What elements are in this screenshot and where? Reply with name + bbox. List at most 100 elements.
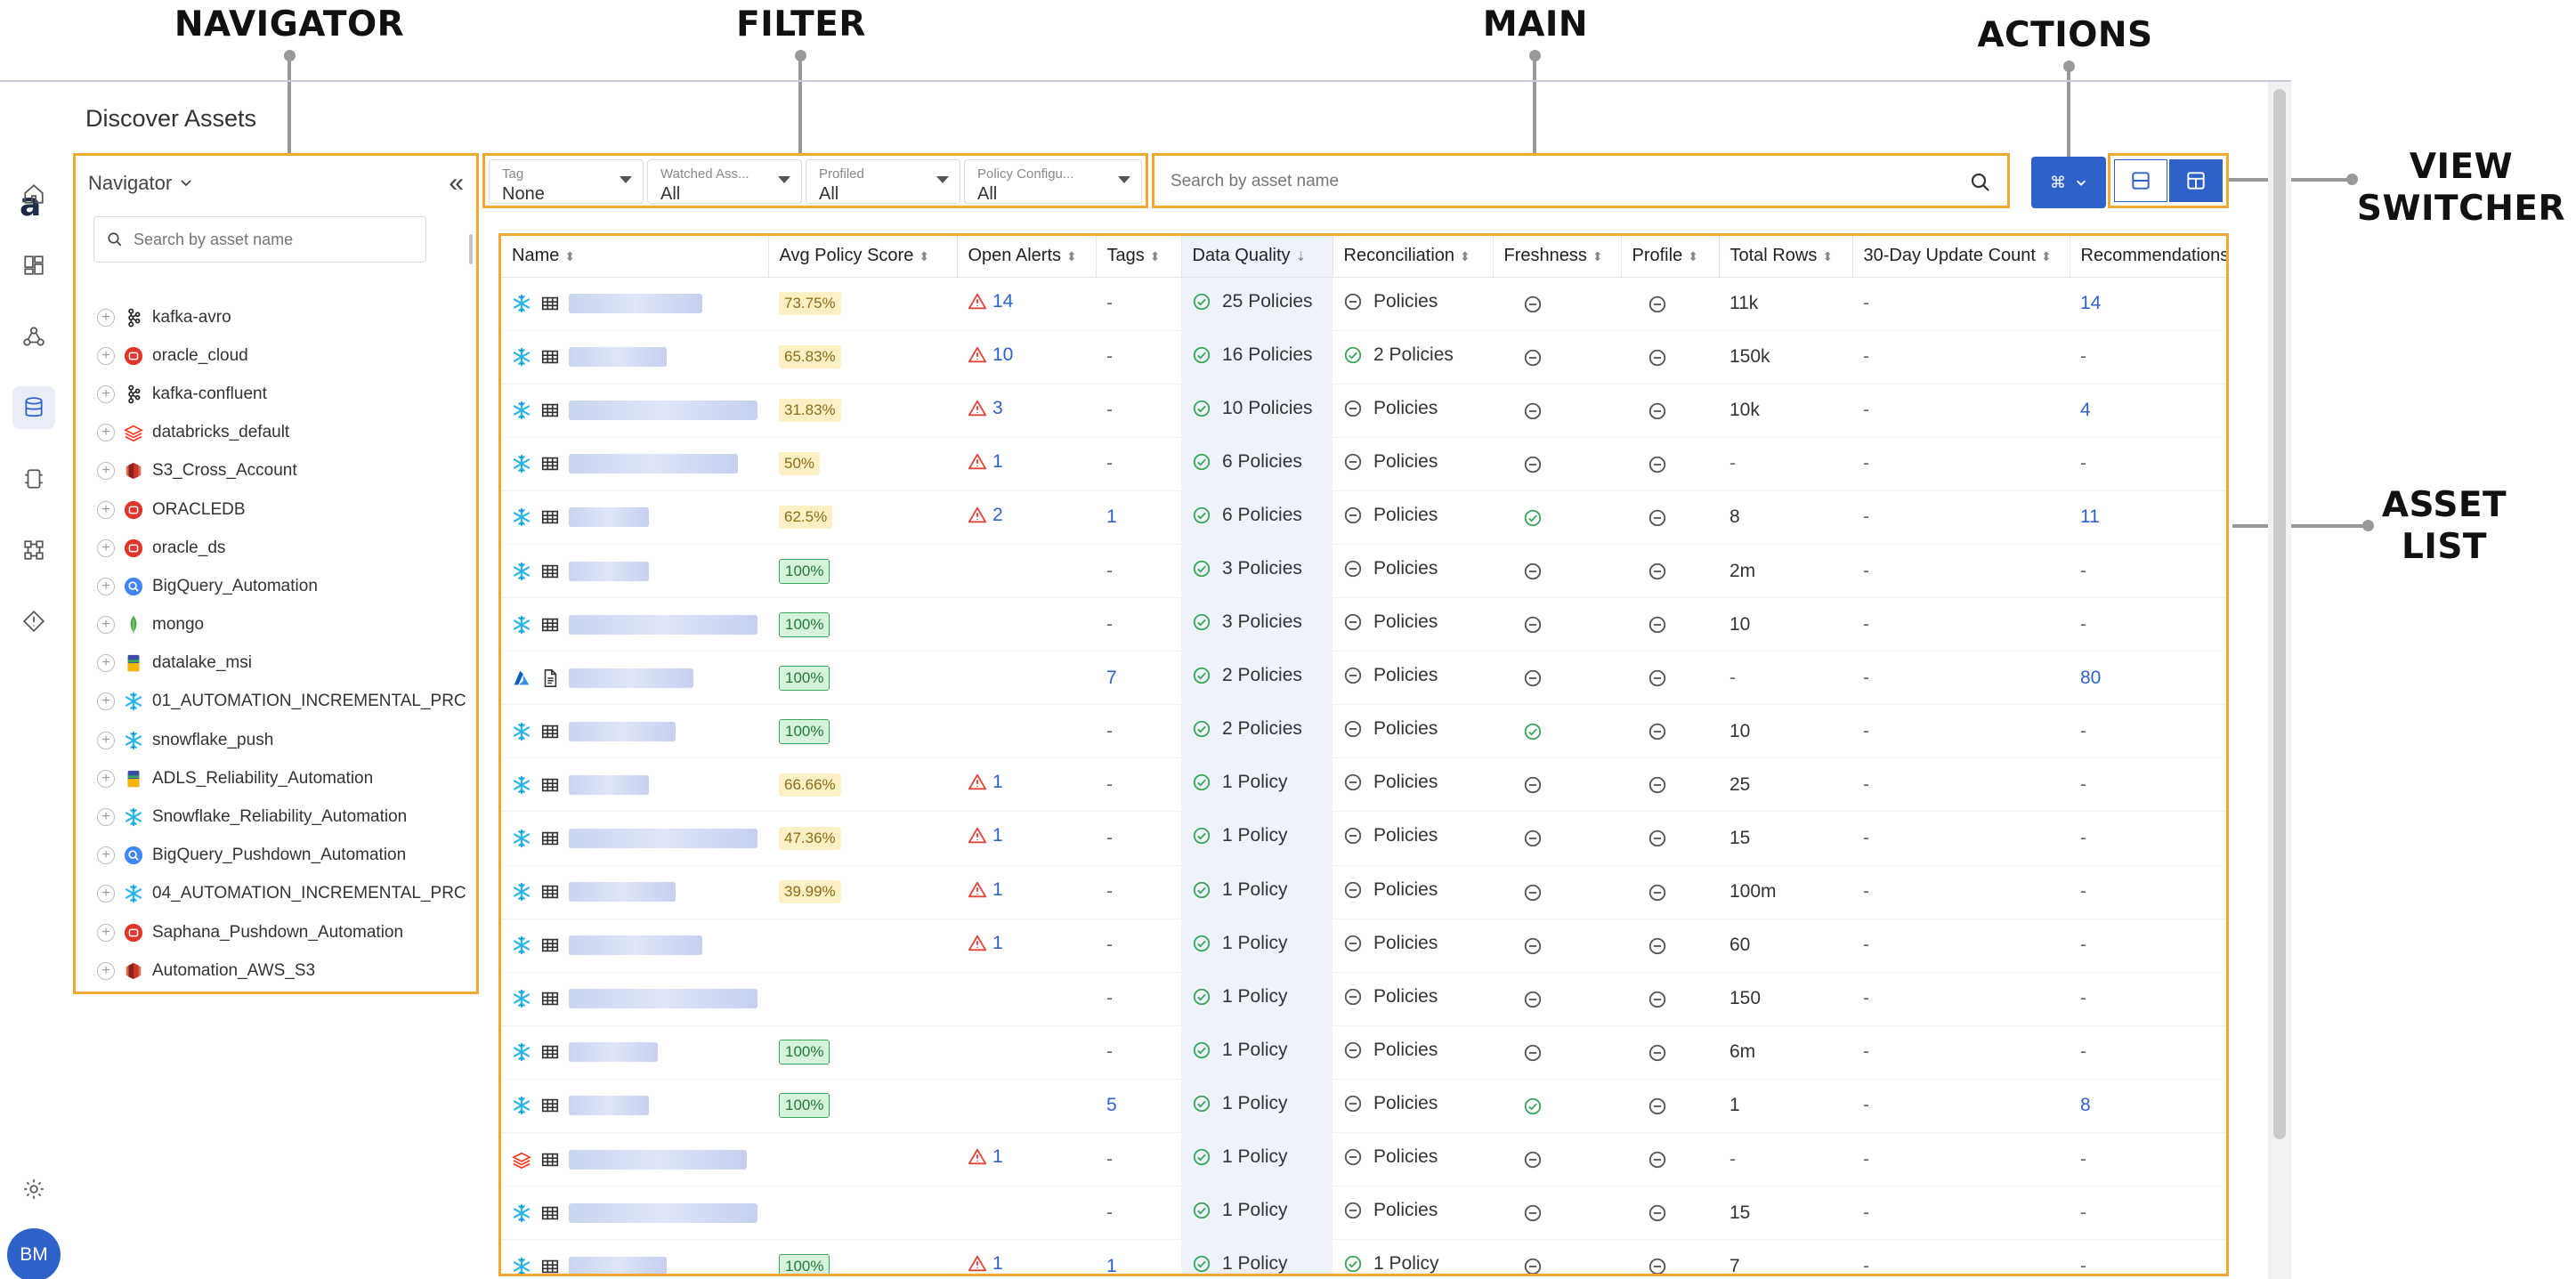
asset-name[interactable] [512,668,757,688]
home-icon[interactable] [12,173,55,215]
expand-icon[interactable]: + [97,577,115,595]
tags-value[interactable]: 1 [1106,506,1117,527]
expand-icon[interactable]: + [97,769,115,788]
open-alerts-link[interactable]: 1 [968,825,1003,846]
table-row[interactable]: - 1 Policy Policies 150 - - [501,972,2226,1026]
navigator-item[interactable]: + S3_Cross_Account [97,452,471,490]
sort-icon[interactable]: ⬍ [1592,249,1603,263]
database-icon[interactable] [12,386,55,429]
data-quality-status[interactable]: 6 Policies [1192,505,1302,526]
navigator-item[interactable]: + BigQuery_Automation [97,567,471,605]
navigator-item[interactable]: + snowflake_push [97,721,471,759]
expand-icon[interactable]: + [97,462,115,481]
column-header[interactable]: Data Quality ⇣ [1181,236,1333,278]
table-view-button[interactable] [2169,159,2223,202]
asset-name[interactable] [512,774,757,795]
asset-name[interactable] [512,1202,757,1223]
table-row[interactable]: 100% - 3 Policies Policies 2m - - [501,544,2226,599]
expand-icon[interactable]: + [97,308,115,327]
asset-search[interactable] [1152,153,2010,208]
asset-search-input[interactable] [1171,166,1954,197]
filter-tag[interactable]: Tag None [489,159,644,204]
table-row[interactable]: - 1 Policy Policies 15 - - [501,1186,2226,1241]
expand-icon[interactable]: + [97,692,115,711]
navigator-item[interactable]: + kafka-confluent [97,375,471,413]
asset-name[interactable] [512,1256,757,1274]
data-quality-status[interactable]: 1 Policy [1192,1093,1288,1114]
data-quality-status[interactable]: 6 Policies [1192,451,1302,473]
search-icon[interactable] [1970,172,1991,193]
sort-icon[interactable]: ⬍ [1150,249,1161,263]
expand-icon[interactable]: + [97,346,115,365]
asset-name[interactable] [512,614,757,635]
column-header[interactable]: Freshness ⬍ [1493,236,1622,278]
data-quality-status[interactable]: 1 Policy [1192,986,1288,1008]
asset-name[interactable] [512,294,757,314]
expand-icon[interactable]: + [97,846,115,865]
pipeline-icon[interactable] [12,315,55,358]
sort-icon[interactable]: ⬍ [919,249,929,263]
navigator-search-input[interactable] [134,230,418,249]
reconciliation-status[interactable]: Policies [1343,772,1438,793]
asset-name[interactable] [512,454,757,474]
recommendations-value[interactable]: 4 [2080,400,2091,420]
table-row[interactable]: 1 - 1 Policy Policies 60 - - [501,919,2226,973]
recommendations-value[interactable]: 11 [2080,506,2100,527]
recommendations-value[interactable]: 80 [2080,668,2101,688]
filter-profiled[interactable]: Profiled All [806,159,960,204]
asset-name[interactable] [512,989,757,1009]
data-quality-status[interactable]: 1 Policy [1192,772,1288,793]
dashboard-icon[interactable] [12,244,55,287]
open-alerts-link[interactable]: 2 [968,505,1003,526]
data-quality-status[interactable]: 1 Policy [1192,1146,1288,1168]
table-row[interactable]: 73.75% 14 - 25 Policies Policies 11k - 14 [501,277,2226,331]
data-quality-status[interactable]: 1 Policy [1192,1200,1288,1221]
sort-icon[interactable]: ⬍ [1688,249,1698,263]
avatar[interactable]: BM [7,1228,61,1279]
actions-button[interactable]: ⌘ [2031,157,2106,208]
navigator-item[interactable]: + oracle_cloud [97,336,471,375]
reconciliation-status[interactable]: 1 Policy [1343,1253,1439,1274]
column-header[interactable]: 30-Day Update Count ⬍ [1852,236,2070,278]
asset-name[interactable] [512,507,757,528]
sort-icon[interactable]: ⬍ [1460,249,1470,263]
reconciliation-status[interactable]: Policies [1343,451,1438,473]
reconciliation-status[interactable]: Policies [1343,718,1438,740]
asset-name[interactable] [512,935,757,956]
navigator-item[interactable]: + databricks_default [97,414,471,452]
reconciliation-status[interactable]: Policies [1343,879,1438,901]
navigator-item[interactable]: + datalake_msi [97,644,471,683]
filter-watched-assets[interactable]: Watched Ass... All [647,159,802,204]
reconciliation-status[interactable]: Policies [1343,291,1438,312]
data-quality-status[interactable]: 10 Policies [1192,398,1313,419]
sort-icon[interactable]: ⬍ [1822,249,1833,263]
expand-icon[interactable]: + [97,385,115,403]
navigator-scrollbar[interactable] [469,234,473,264]
expand-icon[interactable]: + [97,731,115,749]
navigator-search[interactable] [93,216,426,263]
reconciliation-status[interactable]: Policies [1343,611,1438,633]
sort-icon[interactable]: ⬍ [1066,249,1077,263]
table-row[interactable]: 66.66% 1 - 1 Policy Policies 25 - - [501,757,2226,813]
expand-icon[interactable]: + [97,424,115,442]
open-alerts-link[interactable]: 1 [968,772,1003,793]
reconciliation-status[interactable]: Policies [1343,1146,1438,1168]
expand-icon[interactable]: + [97,500,115,519]
expand-icon[interactable]: + [97,616,115,635]
expand-icon[interactable]: + [97,538,115,557]
navigator-item[interactable]: + mongo [97,606,471,644]
asset-name[interactable] [512,1096,757,1116]
navigator-item[interactable]: + Snowflake_Reliability_Automation [97,797,471,836]
recommendations-value[interactable]: 8 [2080,1095,2091,1115]
open-alerts-link[interactable]: 14 [968,291,1013,312]
tags-value[interactable]: 5 [1106,1095,1117,1115]
asset-name[interactable] [512,882,757,903]
navigator-dropdown[interactable]: Navigator [88,172,193,195]
filter-policy-configured[interactable]: Policy Configu... All [964,159,1142,204]
data-quality-status[interactable]: 1 Policy [1192,825,1288,846]
data-quality-status[interactable]: 3 Policies [1192,558,1302,579]
data-quality-status[interactable]: 1 Policy [1192,933,1288,954]
sort-icon[interactable]: ⬍ [564,249,575,263]
data-quality-status[interactable]: 25 Policies [1192,291,1313,312]
navigator-item[interactable]: + ADLS_Reliability_Automation [97,759,471,797]
